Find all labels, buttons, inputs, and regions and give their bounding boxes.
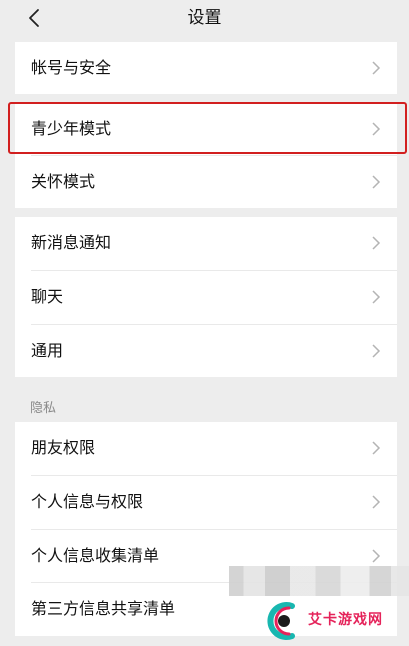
chevron-right-icon bbox=[372, 61, 381, 75]
settings-item-label: 通用 bbox=[31, 341, 64, 360]
settings-item-general[interactable]: 通用 bbox=[15, 325, 397, 377]
mode-group: 青少年模式 关怀模式 bbox=[15, 103, 397, 208]
settings-item-label: 聊天 bbox=[31, 287, 64, 306]
chevron-right-icon bbox=[372, 441, 381, 455]
section-caption-privacy: 隐私 bbox=[30, 401, 57, 416]
settings-item-friend-permissions[interactable]: 朋友权限 bbox=[15, 422, 397, 474]
settings-item-personal-info-permissions[interactable]: 个人信息与权限 bbox=[15, 476, 397, 528]
page-title: 设置 bbox=[187, 8, 222, 28]
chevron-right-icon bbox=[372, 122, 381, 136]
watermark-text: 艾卡游戏网 bbox=[308, 612, 383, 628]
nav-bar: 设置 bbox=[0, 0, 409, 40]
general-group: 新消息通知 聊天 通用 bbox=[15, 217, 397, 377]
settings-item-label: 青少年模式 bbox=[31, 119, 112, 138]
settings-item-label: 个人信息收集清单 bbox=[31, 546, 160, 565]
account-group: 帐号与安全 bbox=[15, 42, 397, 94]
chevron-right-icon bbox=[372, 549, 381, 563]
settings-item-label: 帐号与安全 bbox=[31, 58, 112, 77]
chevron-right-icon bbox=[372, 344, 381, 358]
settings-item-label: 个人信息与权限 bbox=[31, 492, 144, 511]
settings-item-label: 新消息通知 bbox=[31, 233, 112, 252]
settings-item-notifications[interactable]: 新消息通知 bbox=[15, 217, 397, 269]
settings-item-label: 关怀模式 bbox=[31, 172, 96, 191]
settings-item-label: 朋友权限 bbox=[31, 438, 96, 457]
settings-item-chat[interactable]: 聊天 bbox=[15, 271, 397, 323]
site-logo-icon bbox=[267, 602, 295, 640]
settings-item-teen-mode[interactable]: 青少年模式 bbox=[15, 103, 397, 155]
chevron-right-icon bbox=[372, 175, 381, 189]
settings-item-care-mode[interactable]: 关怀模式 bbox=[15, 156, 397, 208]
site-watermark: 艾卡游戏网 bbox=[262, 598, 409, 646]
chevron-right-icon bbox=[372, 495, 381, 509]
settings-page: 设置 帐号与安全 青少年模式 关怀模式 新消息通知 聊天 通用 隐私 朋友权限 … bbox=[0, 0, 409, 646]
settings-item-account-security[interactable]: 帐号与安全 bbox=[15, 42, 397, 94]
chevron-right-icon bbox=[372, 236, 381, 250]
settings-item-label: 第三方信息共享清单 bbox=[31, 599, 176, 618]
chevron-right-icon bbox=[372, 290, 381, 304]
pixelated-overlay bbox=[229, 566, 409, 596]
